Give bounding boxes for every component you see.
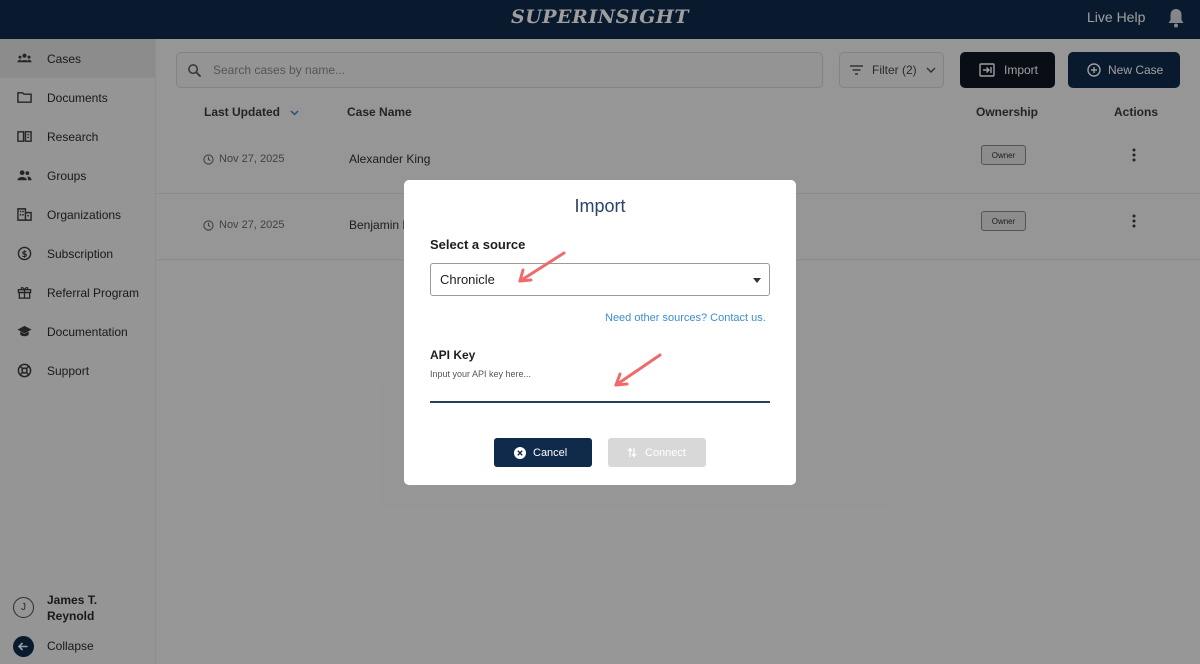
cancel-icon [514, 446, 526, 459]
caret-down-icon [753, 278, 761, 283]
api-key-label: API Key [430, 348, 476, 362]
connect-button[interactable]: Connect [608, 438, 706, 467]
api-key-input[interactable] [430, 366, 770, 403]
source-label: Select a source [430, 237, 526, 252]
swap-vert-icon [627, 447, 637, 458]
cancel-label: Cancel [533, 446, 568, 459]
annotation-arrow-icon [518, 251, 566, 283]
import-dialog: Import Select a source Chronicle Need ot… [404, 180, 796, 485]
contact-us-link[interactable]: Need other sources? Contact us. [605, 312, 766, 324]
source-select-value: Chronicle [440, 272, 495, 287]
connect-label: Connect [645, 446, 686, 459]
cancel-button[interactable]: Cancel [494, 438, 592, 467]
source-select[interactable]: Chronicle [430, 263, 770, 296]
annotation-arrow-icon [614, 353, 662, 387]
dialog-title: Import [574, 196, 626, 216]
